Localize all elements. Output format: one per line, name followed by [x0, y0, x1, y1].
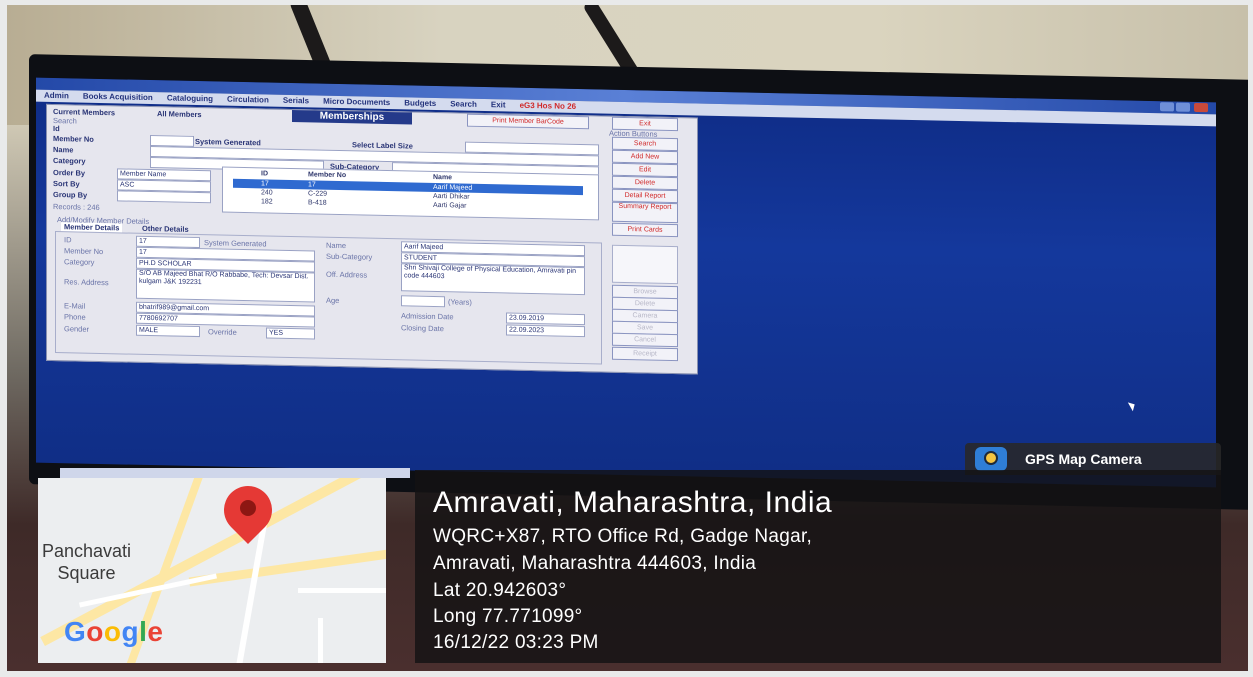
timestamp: 16/12/22 03:23 PM — [433, 632, 599, 653]
detail-member-no-label: Member No — [64, 246, 104, 257]
detail-id-label: ID — [64, 235, 72, 245]
sort-by-label: Sort By — [53, 178, 80, 189]
gps-badge-label: GPS Map Camera — [1025, 451, 1142, 467]
latitude: Lat 20.942603° — [433, 580, 567, 601]
print-cards-button[interactable]: Print Cards — [612, 222, 678, 238]
detail-override-select[interactable]: YES — [266, 327, 315, 340]
detail-gender-select[interactable]: MALE — [136, 324, 200, 338]
system-generated-label: System Generated — [195, 136, 261, 148]
detail-admission-field[interactable]: 23.09.2019 — [506, 312, 585, 326]
grid-header-id[interactable]: ID — [261, 169, 268, 178]
group-by-select[interactable] — [117, 190, 211, 204]
location-title: Amravati, Maharashtra, India — [433, 486, 833, 519]
detail-closing-field[interactable]: 22.09.2023 — [506, 324, 585, 338]
map-thumbnail: Panchavati Square Google — [38, 478, 386, 663]
grid-cell-member-no: B-418 — [308, 199, 327, 207]
category-label: Category — [53, 155, 86, 166]
location-info-card: Amravati, Maharashtra, India WQRC+X87, R… — [415, 470, 1221, 663]
map-street — [318, 618, 323, 663]
mouse-cursor — [1127, 400, 1138, 412]
detail-res-address-field[interactable]: S/O AB Majeed Bhat R/O Rabbabe, Tech: De… — [136, 268, 315, 303]
map-place-line1: Panchavati — [42, 541, 132, 561]
print-barcode-button[interactable]: Print Member BarCode — [467, 113, 589, 130]
map-place-label: Panchavati Square — [42, 540, 131, 584]
detail-gender-label: Gender — [64, 324, 90, 334]
detail-age-field[interactable] — [401, 295, 445, 308]
map-place-line2: Square — [57, 563, 116, 583]
address-line-1: WQRC+X87, RTO Office Rd, Gadge Nagar, — [433, 526, 813, 547]
detail-closing-label: Closing Date — [401, 323, 444, 334]
detail-admission-label: Admission Date — [401, 311, 454, 322]
memberships-window: Current Members All Members Memberships … — [46, 103, 698, 375]
search-id-label: Id — [53, 123, 60, 134]
detail-category-label: Category — [64, 257, 95, 267]
monitor-screen: Admin Books Acquisition Cataloguing Circ… — [36, 77, 1216, 488]
detail-override-label: Override — [208, 327, 237, 337]
grid-cell-name: Aarti Gajar — [433, 201, 467, 210]
group-by-label: Group By — [53, 189, 88, 200]
detail-age-label: Age — [326, 295, 340, 305]
detail-off-address-label: Off. Address — [326, 269, 368, 280]
close-button[interactable] — [1194, 102, 1208, 113]
records-count: Records : 246 — [53, 201, 100, 212]
menu-budgets[interactable]: Budgets — [404, 97, 436, 110]
grid-cell-id: 17 — [261, 180, 269, 188]
taskbar — [60, 468, 410, 478]
location-pin-dot — [240, 500, 256, 516]
minimize-button[interactable] — [1160, 102, 1174, 112]
gps-camera-icon — [975, 447, 1007, 471]
detail-email-label: E-Mail — [64, 301, 86, 311]
menu-serials[interactable]: Serials — [283, 95, 309, 108]
member-no-field[interactable] — [150, 135, 194, 147]
detail-age-unit: (Years) — [448, 297, 472, 307]
grid-header-member-no[interactable]: Member No — [308, 170, 346, 180]
menu-search[interactable]: Search — [450, 98, 477, 111]
page-title: Memberships — [292, 110, 412, 125]
grid-header-name[interactable]: Name — [433, 173, 452, 182]
members-grid[interactable]: ID Member No Name 17 17 Aarif Majeed 240… — [222, 166, 599, 221]
exit-button[interactable]: Exit — [612, 116, 678, 132]
menu-circulation[interactable]: Circulation — [227, 94, 269, 107]
order-by-label: Order By — [53, 167, 86, 178]
radio-all-members[interactable]: All Members — [157, 109, 202, 119]
detail-sub-category-label: Sub-Category — [326, 251, 373, 262]
grid-cell-member-no: 17 — [308, 181, 316, 189]
member-details-panel: ID 17 System Generated Member No 17 Cate… — [55, 231, 602, 365]
name-label: Name — [53, 144, 74, 155]
maximize-button[interactable] — [1176, 102, 1190, 112]
select-label-size-label: Select Label Size — [352, 140, 413, 151]
detail-phone-label: Phone — [64, 312, 86, 322]
menu-exit[interactable]: Exit — [491, 99, 506, 111]
detail-id-note: System Generated — [204, 238, 267, 249]
menu-extra: eG3 Hos No 26 — [519, 100, 577, 111]
detail-res-address-label: Res. Address — [64, 277, 109, 288]
address-line-2: Amravati, Maharashtra 444603, India — [433, 553, 757, 574]
detail-name-label: Name — [326, 240, 347, 251]
menu-admin[interactable]: Admin — [44, 90, 69, 103]
photo-box — [612, 244, 678, 285]
grid-cell-id: 240 — [261, 189, 273, 197]
longitude: Long 77.771099° — [433, 606, 583, 627]
summary-report-button[interactable]: Summary Report — [612, 201, 678, 224]
cancel-button[interactable]: Cancel — [612, 332, 678, 348]
google-logo: Google — [64, 616, 164, 647]
map-street — [298, 588, 386, 593]
member-no-label: Member No — [53, 133, 94, 144]
menu-cataloguing[interactable]: Cataloguing — [167, 92, 213, 105]
menu-micro-documents[interactable]: Micro Documents — [323, 96, 390, 109]
detail-off-address-field[interactable]: Shri Shivaji College of Physical Educati… — [401, 263, 585, 296]
menu-books-acquisition[interactable]: Books Acquisition — [83, 91, 153, 104]
receipt-button[interactable]: Receipt — [612, 346, 678, 362]
grid-cell-id: 182 — [261, 198, 273, 206]
grid-cell-member-no: C-229 — [308, 190, 328, 198]
